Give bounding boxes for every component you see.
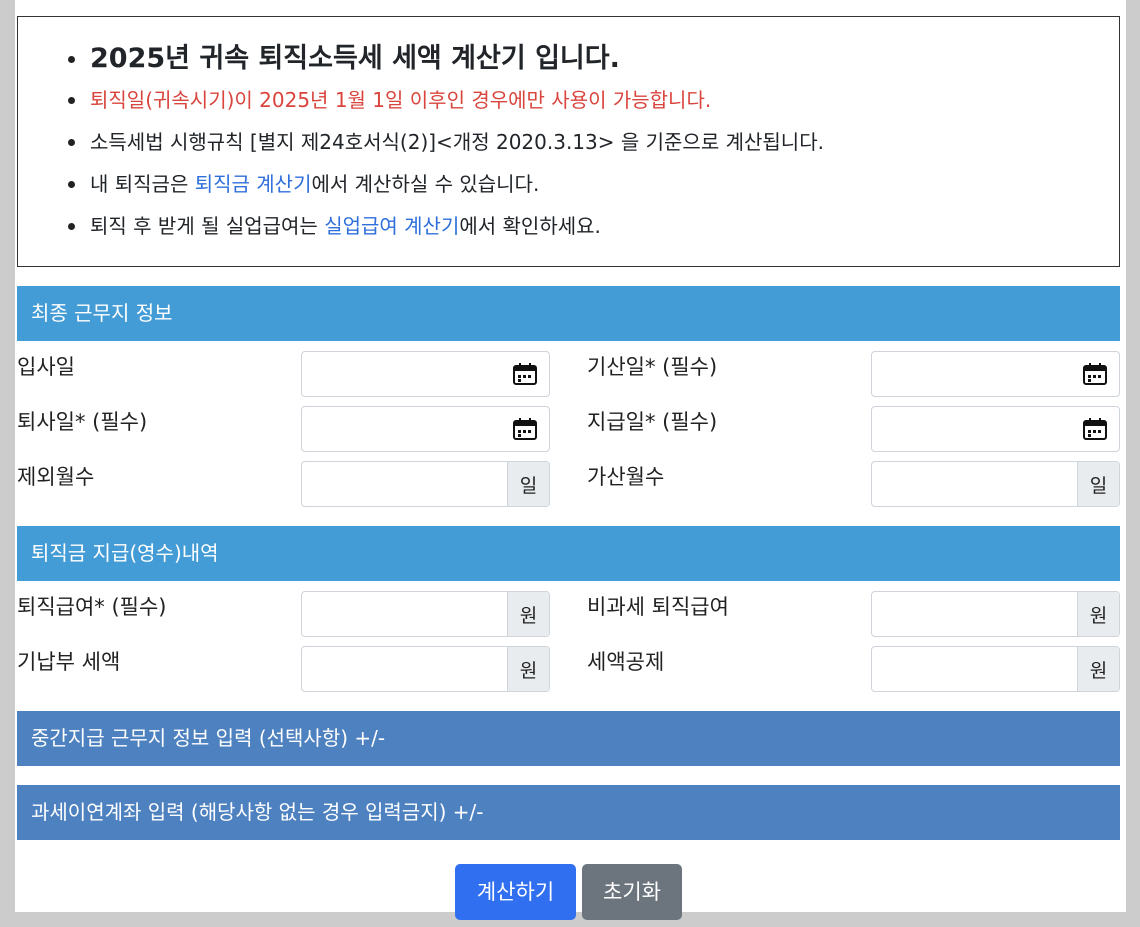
notice-line4-suffix: 에서 계산하실 수 있습니다. — [311, 172, 540, 196]
join-date-field — [301, 351, 550, 397]
nontax-severance-input[interactable] — [872, 592, 1077, 636]
start-date-label: 기산일* (필수) — [587, 355, 718, 379]
added-months-label: 가산월수 — [587, 465, 665, 489]
calendar-icon[interactable] — [1081, 416, 1109, 442]
notice-warning: 퇴직일(귀속시기)이 2025년 1월 1일 이후인 경우에만 사용이 가능합니… — [68, 85, 824, 127]
tax-credit-field: 원 — [871, 646, 1120, 692]
notice-title: 2025년 귀속 퇴직소득세 세액 계산기 입니다. — [68, 39, 824, 85]
calendar-icon[interactable] — [511, 361, 539, 387]
prepaid-tax-input[interactable] — [302, 647, 507, 691]
severance-pay-input[interactable] — [302, 592, 507, 636]
tax-deferral-account-toggle[interactable]: 과세이연계좌 입력 (해당사항 없는 경우 입력금지) +/- — [17, 785, 1120, 840]
start-date-input[interactable] — [872, 352, 1081, 396]
pay-date-field — [871, 406, 1120, 452]
notice-unemployment-link-line: 퇴직 후 받게 될 실업급여는 실업급여 계산기에서 확인하세요. — [68, 211, 824, 253]
reset-button[interactable]: 초기화 — [582, 864, 682, 920]
notice-list: 2025년 귀속 퇴직소득세 세액 계산기 입니다. 퇴직일(귀속시기)이 20… — [68, 39, 824, 253]
day-unit-addon: 일 — [507, 462, 549, 506]
start-date-field — [871, 351, 1120, 397]
calculator-page: 2025년 귀속 퇴직소득세 세액 계산기 입니다. 퇴직일(귀속시기)이 20… — [15, 0, 1126, 920]
tax-credit-input[interactable] — [872, 647, 1077, 691]
notice-line4-prefix: 내 퇴직금은 — [90, 172, 195, 196]
prepaid-tax-field: 원 — [301, 646, 550, 692]
tax-credit-label: 세액공제 — [587, 650, 665, 674]
join-date-label: 입사일 — [17, 355, 75, 379]
won-unit-addon: 원 — [1077, 592, 1119, 636]
prepaid-tax-label: 기납부 세액 — [17, 650, 121, 674]
excluded-months-label: 제외월수 — [17, 465, 95, 489]
join-date-input[interactable] — [302, 352, 511, 396]
excluded-months-input[interactable] — [302, 462, 507, 506]
won-unit-addon: 원 — [1077, 647, 1119, 691]
notice-line5-suffix: 에서 확인하세요. — [459, 214, 601, 238]
pay-date-input[interactable] — [872, 407, 1081, 451]
nontax-severance-label: 비과세 퇴직급여 — [587, 595, 729, 619]
excluded-months-field: 일 — [301, 461, 550, 507]
severance-pay-field: 원 — [301, 591, 550, 637]
severance-calculator-link[interactable]: 퇴직금 계산기 — [195, 172, 312, 196]
day-unit-addon: 일 — [1077, 462, 1119, 506]
unemployment-calculator-link[interactable]: 실업급여 계산기 — [324, 214, 459, 238]
severance-pay-label: 퇴직급여* (필수) — [17, 595, 167, 619]
interim-payment-toggle[interactable]: 중간지급 근무지 정보 입력 (선택사항) +/- — [17, 711, 1120, 766]
section-final-workplace-header: 최종 근무지 정보 — [17, 286, 1120, 341]
notice-box: 2025년 귀속 퇴직소득세 세액 계산기 입니다. 퇴직일(귀속시기)이 20… — [17, 16, 1120, 267]
calendar-icon[interactable] — [511, 416, 539, 442]
added-months-input[interactable] — [872, 462, 1077, 506]
section-severance-payment-header: 퇴직금 지급(영수)내역 — [17, 526, 1120, 581]
leave-date-field — [301, 406, 550, 452]
won-unit-addon: 원 — [507, 647, 549, 691]
calendar-icon[interactable] — [1081, 361, 1109, 387]
pay-date-label: 지급일* (필수) — [587, 410, 718, 434]
added-months-field: 일 — [871, 461, 1120, 507]
notice-basis: 소득세법 시행규칙 [별지 제24호서식(2)]<개정 2020.3.13> 을… — [68, 127, 824, 169]
nontax-severance-field: 원 — [871, 591, 1120, 637]
leave-date-input[interactable] — [302, 407, 511, 451]
notice-severance-link-line: 내 퇴직금은 퇴직금 계산기에서 계산하실 수 있습니다. — [68, 169, 824, 211]
notice-line5-prefix: 퇴직 후 받게 될 실업급여는 — [90, 214, 325, 238]
leave-date-label: 퇴사일* (필수) — [17, 410, 148, 434]
won-unit-addon: 원 — [507, 592, 549, 636]
calculate-button[interactable]: 계산하기 — [455, 864, 576, 920]
